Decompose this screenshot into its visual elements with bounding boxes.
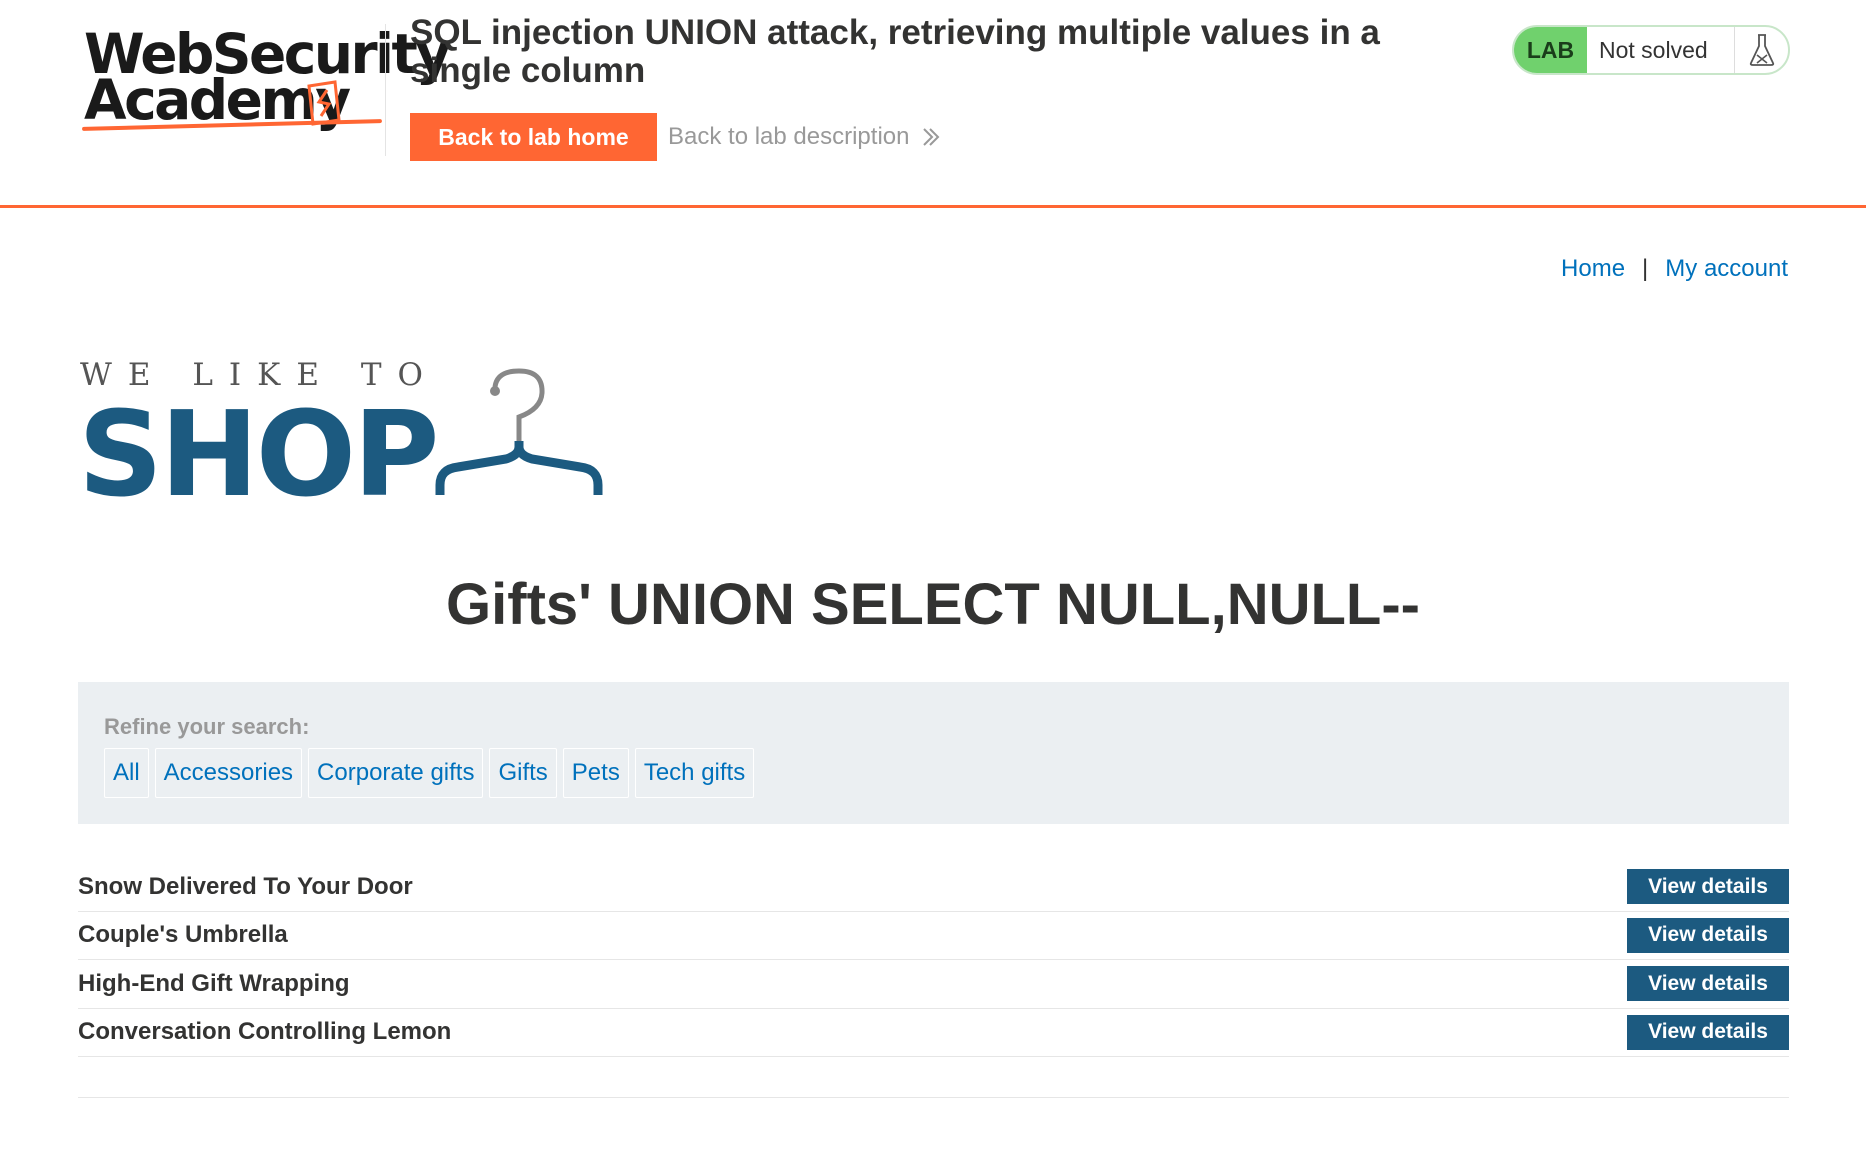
logo-bolt-icon [307,80,341,126]
view-details-button[interactable]: View details [1627,1014,1789,1050]
lab-status-text: Not solved [1587,27,1735,73]
filter-label: Refine your search: [104,714,310,739]
filter-category-corporate-gifts[interactable]: Corporate gifts [308,748,484,798]
product-row: Couple's Umbrella View details [78,912,1789,960]
nav-separator: | [1642,255,1649,282]
flask-icon [1735,27,1788,73]
filter-category-all[interactable]: All [104,748,149,798]
filter-category-gifts[interactable]: Gifts [489,748,557,798]
product-list: Snow Delivered To Your Door View details… [78,863,1789,1057]
double-chevron-right-icon [923,128,940,146]
back-to-lab-description-label: Back to lab description [668,123,910,150]
product-name: Couple's Umbrella [78,921,288,949]
product-name: Snow Delivered To Your Door [78,872,413,900]
product-name: Conversation Controlling Lemon [78,1018,452,1046]
lab-status-widget: LAB Not solved [1512,25,1790,75]
product-row: Snow Delivered To Your Door View details [78,863,1789,912]
clothes-hanger-icon [435,368,603,495]
back-to-lab-home-button[interactable]: Back to lab home [410,113,657,161]
product-row: Conversation Controlling Lemon View deta… [78,1009,1789,1057]
product-name: High-End Gift Wrapping [78,969,350,997]
view-details-button[interactable]: View details [1627,917,1789,953]
filter-panel: Refine your search: All Accessories Corp… [78,682,1789,824]
bottom-divider [78,1097,1789,1098]
shop-logo: WE LIKE TO SHOP [78,355,618,523]
filter-category-list: All Accessories Corporate gifts Gifts Pe… [104,748,755,798]
filter-category-tech-gifts[interactable]: Tech gifts [634,748,755,798]
top-nav: Home | My account [1561,255,1788,283]
view-details-button[interactable]: View details [1627,869,1789,905]
shop-logo-word: SHOP [78,385,440,523]
view-details-button[interactable]: View details [1627,966,1789,1002]
filter-category-pets[interactable]: Pets [562,748,629,798]
web-security-academy-logo[interactable]: WebSecurity Academy [80,20,451,135]
filter-category-accessories[interactable]: Accessories [154,748,303,798]
nav-home-link[interactable]: Home [1561,255,1625,283]
header-divider [385,24,386,156]
product-row: High-End Gift Wrapping View details [78,960,1789,1009]
nav-my-account-link[interactable]: My account [1665,255,1788,283]
lab-tag: LAB [1514,27,1587,73]
lab-title: SQL injection UNION attack, retrieving m… [410,13,1380,90]
academy-header: WebSecurity Academy SQL injection UNION … [0,0,1866,208]
back-to-lab-description-link[interactable]: Back to lab description [668,123,941,151]
page-heading: Gifts' UNION SELECT NULL,NULL-- [446,572,1420,637]
